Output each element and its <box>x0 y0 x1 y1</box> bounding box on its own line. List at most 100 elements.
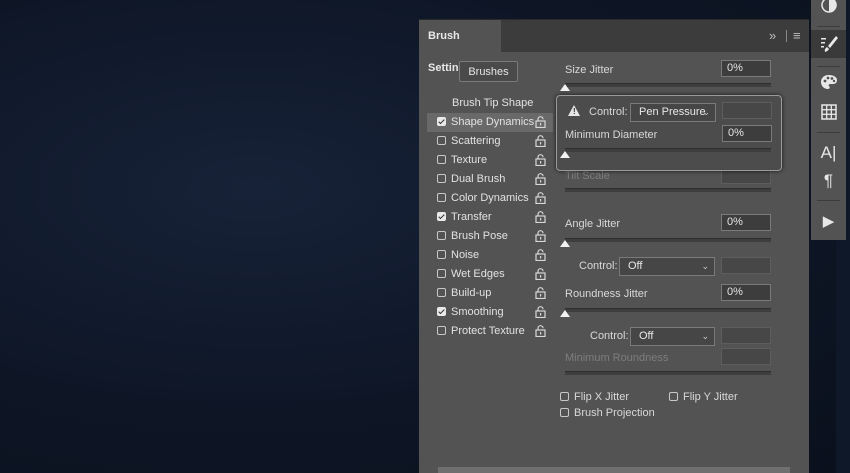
brush-settings-panel: Brush Settings » ≡ Brushes Brush Tip Sha… <box>419 19 809 473</box>
angle-jitter-label: Angle Jitter <box>565 218 621 230</box>
lock-icon[interactable] <box>535 173 546 185</box>
lock-icon[interactable] <box>535 306 546 318</box>
list-item-brush-tip-shape[interactable]: Brush Tip Shape <box>427 94 553 113</box>
list-item-protect-texture[interactable]: Protect Texture <box>427 322 553 341</box>
size-jitter-slider[interactable] <box>565 83 771 87</box>
list-item-shape-dynamics[interactable]: Shape Dynamics <box>427 113 553 132</box>
control-aux-field <box>722 102 772 119</box>
minimum-diameter-slider[interactable] <box>565 148 771 152</box>
list-item-label: Build-up <box>451 287 492 299</box>
angle-control-select[interactable]: Off ⌄ <box>619 257 715 276</box>
list-item-smoothing[interactable]: Smoothing <box>427 303 553 322</box>
angle-control-aux-field <box>721 257 771 274</box>
minimum-roundness-field <box>721 348 771 365</box>
lock-icon[interactable] <box>535 268 546 280</box>
list-item-label: Brush Pose <box>451 230 508 242</box>
header-divider <box>786 30 787 42</box>
checkbox[interactable] <box>437 136 446 145</box>
brush-projection-label: Brush Projection <box>574 407 655 419</box>
panel-menu-icon[interactable]: ≡ <box>793 20 801 52</box>
checkbox[interactable] <box>437 326 446 335</box>
brushes-button[interactable]: Brushes <box>459 61 518 82</box>
checkbox[interactable] <box>437 174 446 183</box>
minimum-diameter-thumb[interactable] <box>560 151 570 158</box>
roundness-jitter-slider[interactable] <box>565 308 771 312</box>
list-item-label: Color Dynamics <box>451 192 529 204</box>
angle-jitter-field[interactable]: 0% <box>721 214 771 231</box>
checkbox[interactable] <box>437 231 446 240</box>
lock-icon[interactable] <box>535 135 546 147</box>
toolbar-divider <box>817 26 840 27</box>
panel-header: Brush Settings » ≡ <box>419 19 809 74</box>
checkbox[interactable] <box>437 307 446 316</box>
angle-control-value: Off <box>628 260 643 272</box>
control-select-value: Pen Pressure <box>639 106 706 118</box>
character-icon[interactable]: A| <box>811 142 846 164</box>
lock-icon[interactable] <box>535 230 546 242</box>
paragraph-icon[interactable]: ¶ <box>811 170 846 192</box>
side-toolbar: A| ¶ ▶ <box>811 0 846 240</box>
brush-settings-icon[interactable] <box>811 30 846 58</box>
grid-table-icon[interactable] <box>811 104 846 122</box>
flip-x-checkbox[interactable] <box>560 392 569 401</box>
play-actions-icon[interactable]: ▶ <box>811 211 846 233</box>
brush-preview-strip <box>438 467 790 473</box>
checkbox[interactable] <box>437 193 446 202</box>
lock-icon[interactable] <box>535 249 546 261</box>
list-item-label: Smoothing <box>451 306 504 318</box>
toolbar-divider <box>817 132 840 133</box>
lock-icon[interactable] <box>535 192 546 204</box>
minimum-roundness-slider <box>565 371 771 375</box>
size-jitter-thumb[interactable] <box>560 84 570 91</box>
list-item-scattering[interactable]: Scattering <box>427 132 553 151</box>
panel-tab-brush-settings[interactable]: Brush Settings <box>419 20 501 74</box>
angle-jitter-thumb[interactable] <box>560 240 570 247</box>
list-item-label: Brush Tip Shape <box>452 97 534 109</box>
checkbox[interactable] <box>437 117 446 126</box>
flip-y-checkbox[interactable] <box>669 392 678 401</box>
list-item-label: Protect Texture <box>451 325 525 337</box>
flip-x-label: Flip X Jitter <box>574 391 630 403</box>
checkbox[interactable] <box>437 288 446 297</box>
checkbox[interactable] <box>437 155 446 164</box>
roundness-control-select[interactable]: Off ⌄ <box>630 327 715 346</box>
list-item-label: Shape Dynamics <box>451 116 535 128</box>
color-palette-icon[interactable] <box>811 74 846 94</box>
list-item-transfer[interactable]: Transfer <box>427 208 553 227</box>
list-item-noise[interactable]: Noise <box>427 246 553 265</box>
adjustments-icon[interactable] <box>811 0 846 14</box>
list-item-texture[interactable]: Texture <box>427 151 553 170</box>
lock-icon[interactable] <box>535 211 546 223</box>
roundness-jitter-thumb[interactable] <box>560 310 570 317</box>
checkbox[interactable] <box>437 269 446 278</box>
angle-jitter-slider[interactable] <box>565 238 771 242</box>
roundness-control-aux-field <box>721 327 771 344</box>
minimum-diameter-field[interactable]: 0% <box>722 125 772 142</box>
checkbox[interactable] <box>437 212 446 221</box>
list-item-build-up[interactable]: Build-up <box>427 284 553 303</box>
lock-icon[interactable] <box>535 116 546 128</box>
chevron-down-icon: ⌄ <box>702 107 710 117</box>
roundness-jitter-field[interactable]: 0% <box>721 284 771 301</box>
brush-options-list: Brush Tip Shape Shape Dynamics Scatterin… <box>427 94 553 341</box>
warning-mark: ! <box>573 107 576 116</box>
roundness-control-value: Off <box>639 330 654 342</box>
popup-control-label: Control: <box>589 106 628 118</box>
lock-icon[interactable] <box>535 154 546 166</box>
lock-icon[interactable] <box>535 287 546 299</box>
expand-icon[interactable]: » <box>769 20 776 52</box>
list-item-brush-pose[interactable]: Brush Pose <box>427 227 553 246</box>
roundness-jitter-label: Roundness Jitter <box>565 288 648 300</box>
list-item-label: Dual Brush <box>451 173 506 185</box>
list-item-wet-edges[interactable]: Wet Edges <box>427 265 553 284</box>
brush-projection-checkbox[interactable] <box>560 408 569 417</box>
angle-control-label: Control: <box>579 260 618 272</box>
list-item-label: Texture <box>451 154 488 166</box>
checkbox[interactable] <box>437 250 446 259</box>
lock-icon[interactable] <box>535 325 546 337</box>
control-select[interactable]: Pen Pressure ⌄ <box>630 103 716 122</box>
list-item-dual-brush[interactable]: Dual Brush <box>427 170 553 189</box>
minimum-roundness-label: Minimum Roundness <box>565 352 669 364</box>
size-jitter-field[interactable]: 0% <box>721 60 771 77</box>
list-item-color-dynamics[interactable]: Color Dynamics <box>427 189 553 208</box>
